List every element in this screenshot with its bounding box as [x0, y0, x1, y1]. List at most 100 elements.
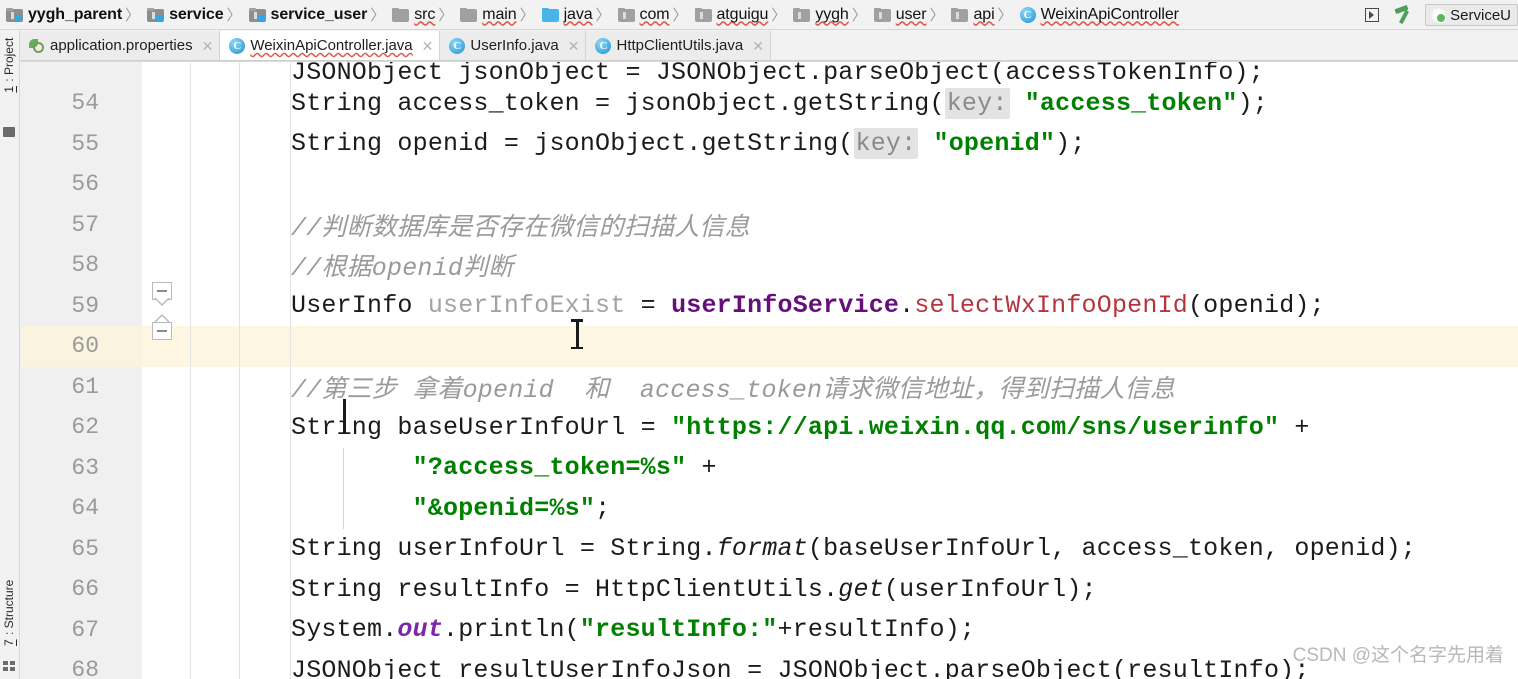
breadcrumb-item-com[interactable]: com	[612, 0, 672, 30]
spring-boot-icon	[1431, 7, 1447, 23]
code-text: "?access_token=%s" +	[291, 448, 717, 489]
breadcrumb-item-label: java	[563, 5, 593, 23]
code-line[interactable]: 61 //第三步 拿着openid 和 access_token请求微信地址，得到…	[21, 366, 1518, 408]
breadcrumb-item-yygh[interactable]: yygh	[787, 0, 850, 30]
build-project-button[interactable]	[1393, 4, 1415, 26]
editor-tab-weixinapicontroller-java[interactable]: C WeixinApiController.java ✕	[220, 31, 441, 60]
close-icon[interactable]: ✕	[752, 39, 764, 53]
code-text: //第三步 拿着openid 和 access_token请求微信地址，得到扫描…	[291, 367, 1175, 408]
line-number: 56	[71, 171, 99, 198]
breadcrumb-separator-icon: 〉	[519, 7, 535, 24]
code-line[interactable]: 62 String baseUserInfoUrl = "https://api.…	[21, 407, 1518, 448]
line-number: 58	[71, 252, 99, 279]
line-number: 65	[71, 535, 99, 562]
preview-layout-button[interactable]	[1361, 4, 1383, 26]
gutter-fold	[142, 164, 191, 205]
package-folder-icon	[694, 7, 712, 22]
code-line[interactable]: 58 //根据openid判断	[21, 245, 1518, 286]
code-token-plain: +	[1279, 412, 1310, 442]
breadcrumb-item-api[interactable]: api	[945, 0, 996, 30]
code-token-plain: );	[1237, 88, 1268, 118]
gutter-mark	[191, 61, 240, 83]
breadcrumb-item-label: service_user	[270, 5, 368, 23]
code-token-plain: (baseUserInfoUrl, access_token, openid);	[807, 534, 1417, 564]
code-line[interactable]: 63 "?access_token=%s" +	[21, 447, 1518, 489]
line-number: 67	[71, 616, 99, 643]
editor-tab-application-properties[interactable]: application.properties ✕	[20, 31, 221, 60]
gutter-edge	[240, 245, 291, 286]
code-line[interactable]: 65 String userInfoUrl = String. format (bas…	[21, 528, 1518, 570]
code-token-type: String	[291, 129, 383, 159]
folder-icon	[460, 7, 478, 22]
code-token-type: String	[291, 574, 383, 604]
breadcrumb-item-user[interactable]: user	[868, 0, 929, 30]
gutter-fold	[142, 528, 191, 569]
fold-region-start-icon[interactable]	[149, 280, 175, 306]
structure-icon	[3, 661, 15, 671]
code-line[interactable]: 56	[21, 164, 1518, 205]
code-line[interactable]: 55 String openid = jsonObject.getString(k…	[21, 123, 1518, 164]
breadcrumb-item-weixinapicontroller[interactable]: C WeixinApiController	[1014, 0, 1181, 30]
code-token-grey: userInfoExist	[427, 291, 626, 321]
code-line[interactable]: 57 //判断数据库是否存在微信的扫描人信息	[21, 204, 1518, 245]
editor-tab-httpclientutils-java[interactable]: C HttpClientUtils.java ✕	[586, 31, 771, 60]
close-icon[interactable]: ✕	[568, 39, 580, 53]
close-icon[interactable]: ✕	[202, 39, 214, 53]
code-text: String userInfoUrl = String. format (baseU…	[291, 529, 1416, 570]
sidebar-item-structure[interactable]: 7 : Structure	[0, 577, 18, 649]
code-line[interactable]: 66 String resultInfo = HttpClientUtils. ge…	[21, 569, 1518, 610]
code-token-str: "?access_token=%s"	[412, 453, 687, 483]
code-token-plain: =	[625, 291, 672, 321]
breadcrumb-item-src[interactable]: src	[386, 0, 437, 30]
breadcrumb-item-main[interactable]: main	[454, 0, 518, 30]
code-line[interactable]: 60	[21, 326, 1518, 367]
gutter-mark	[191, 245, 240, 286]
run-configuration-selector[interactable]: ServiceU	[1425, 4, 1518, 26]
module-folder-icon	[248, 7, 266, 22]
code-token-plain: );	[1055, 129, 1086, 159]
breadcrumb-item-service_user[interactable]: service_user	[243, 0, 370, 30]
sidebar-item-project[interactable]: 1 : Project	[0, 35, 18, 96]
editor-tab-label: application.properties	[50, 37, 193, 54]
code-lines-container: JSONObject jsonObject = JSONObject.parse…	[21, 61, 1518, 679]
code-token-cmt: //判断数据库是否存在微信的扫描人信息	[291, 213, 750, 243]
line-number: 54	[71, 90, 99, 117]
code-line[interactable]: 64 "&openid=%s";	[21, 488, 1518, 529]
folder-icon	[392, 7, 410, 22]
gutter-edge	[240, 285, 291, 326]
code-token-plain: System.	[291, 615, 398, 645]
line-number: 64	[71, 495, 99, 522]
code-text: UserInfo userInfoExist = userInfoService…	[291, 286, 1325, 327]
breadcrumb-item-label: api	[973, 5, 995, 23]
left-tool-window-strip: 1 : Project 7 : Structure	[0, 31, 20, 679]
code-token-plain: access_token = jsonObject.getString(	[382, 88, 945, 118]
source-folder-icon	[541, 7, 559, 22]
gutter-mark	[191, 407, 240, 448]
breadcrumb-separator-icon: 〉	[672, 7, 688, 24]
structure-tool-number: 7	[2, 639, 16, 646]
breadcrumb-item-label: yygh_parent	[28, 5, 123, 23]
fold-region-end-icon[interactable]	[149, 314, 175, 346]
breadcrumb: yygh_parent 〉 service 〉 service_user 〉 src 〉 mai…	[0, 0, 1181, 30]
mouse-ibeam-cursor	[570, 319, 584, 349]
project-tool-label: : Project	[2, 38, 16, 83]
breadcrumb-item-atguigu[interactable]: atguigu	[689, 0, 771, 30]
code-token-hint: key:	[853, 128, 919, 160]
close-icon[interactable]: ✕	[422, 39, 434, 53]
code-editor[interactable]: JSONObject jsonObject = JSONObject.parse…	[21, 61, 1518, 679]
code-line[interactable]: JSONObject jsonObject = JSONObject.parse…	[21, 61, 1518, 87]
gutter-edge	[240, 650, 291, 679]
code-line[interactable]: 54 String access_token = jsonObject.getSt…	[21, 83, 1518, 124]
code-line[interactable]: 59 UserInfo userInfoExist = userInfoServi…	[21, 285, 1518, 327]
editor-tab-label: HttpClientUtils.java	[616, 37, 744, 54]
line-number: 60	[71, 333, 99, 360]
editor-tab-userinfo-java[interactable]: C UserInfo.java ✕	[440, 31, 587, 60]
gutter-mark	[191, 83, 240, 124]
breadcrumb-item-label: WeixinApiController	[1040, 5, 1179, 23]
breadcrumb-item-yygh_parent[interactable]: yygh_parent	[0, 0, 124, 30]
breadcrumb-item-java[interactable]: java	[536, 0, 595, 30]
project-tool-number: 1	[2, 86, 16, 93]
breadcrumb-item-service[interactable]: service	[141, 0, 225, 30]
